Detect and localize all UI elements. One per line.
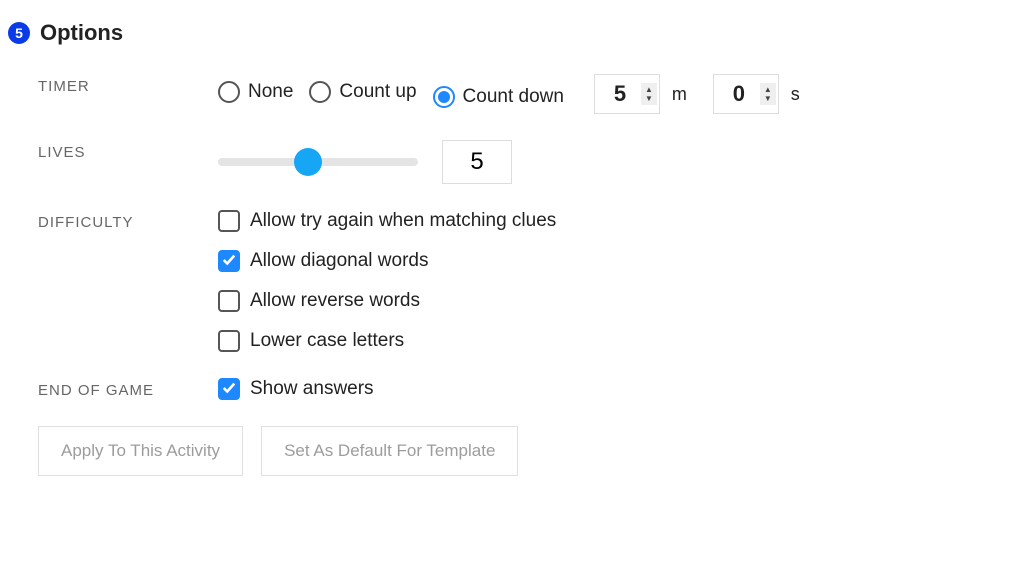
minutes-value: 5	[605, 81, 635, 107]
difficulty-checkbox[interactable]: Allow diagonal words	[218, 250, 989, 272]
difficulty-checkbox[interactable]: Allow reverse words	[218, 290, 989, 312]
timer-row: TIMER None Count up Count down 5 ▲ ▼ m 0 ▲…	[8, 74, 1019, 114]
checkbox-icon	[218, 210, 240, 232]
seconds-value: 0	[724, 81, 754, 107]
radio-label: Count down	[463, 86, 564, 108]
radio-icon	[309, 81, 331, 103]
end-row: END OF GAME Show answers	[8, 378, 1019, 400]
lives-input[interactable]	[442, 140, 512, 184]
lives-label: LIVES	[38, 140, 218, 161]
apply-button[interactable]: Apply To This Activity	[38, 426, 243, 476]
checkbox-label: Lower case letters	[250, 330, 404, 352]
stepper-down-icon[interactable]: ▼	[764, 94, 772, 103]
radio-label: Count up	[339, 81, 416, 103]
page-title: Options	[40, 20, 123, 46]
section-header: 5 Options	[8, 20, 1019, 46]
stepper-down-icon[interactable]: ▼	[645, 94, 653, 103]
checkbox-icon	[218, 290, 240, 312]
radio-label: None	[248, 81, 293, 103]
slider-thumb[interactable]	[294, 148, 322, 176]
step-badge: 5	[8, 22, 30, 44]
radio-icon	[433, 86, 455, 108]
default-button[interactable]: Set As Default For Template	[261, 426, 518, 476]
minutes-stepper[interactable]: 5 ▲ ▼	[594, 74, 660, 114]
end-checkbox[interactable]: Show answers	[218, 378, 989, 400]
checkbox-icon	[218, 250, 240, 272]
timer-label: TIMER	[38, 74, 218, 95]
checkbox-label: Allow try again when matching clues	[250, 210, 556, 232]
checkbox-label: Allow diagonal words	[250, 250, 429, 272]
difficulty-label: DIFFICULTY	[38, 210, 218, 231]
stepper-up-icon[interactable]: ▲	[764, 85, 772, 94]
seconds-unit: s	[791, 84, 800, 105]
checkbox-icon	[218, 378, 240, 400]
radio-icon	[218, 81, 240, 103]
timer-radio-count-up[interactable]: Count up	[309, 81, 416, 103]
difficulty-row: DIFFICULTY Allow try again when matching…	[8, 210, 1019, 352]
checkbox-label: Allow reverse words	[250, 290, 420, 312]
difficulty-checkbox[interactable]: Lower case letters	[218, 330, 989, 352]
checkbox-label: Show answers	[250, 378, 374, 400]
timer-radio-none[interactable]: None	[218, 81, 293, 103]
stepper-up-icon[interactable]: ▲	[645, 85, 653, 94]
end-label: END OF GAME	[38, 378, 218, 399]
seconds-stepper[interactable]: 0 ▲ ▼	[713, 74, 779, 114]
minutes-group: 5 ▲ ▼ m	[594, 74, 699, 114]
checkbox-icon	[218, 330, 240, 352]
seconds-group: 0 ▲ ▼ s	[713, 74, 812, 114]
difficulty-checkbox[interactable]: Allow try again when matching clues	[218, 210, 989, 232]
lives-slider[interactable]	[218, 158, 418, 166]
timer-radio-count-down[interactable]: Count down	[433, 86, 564, 108]
minutes-unit: m	[672, 84, 687, 105]
lives-row: LIVES	[8, 140, 1019, 184]
